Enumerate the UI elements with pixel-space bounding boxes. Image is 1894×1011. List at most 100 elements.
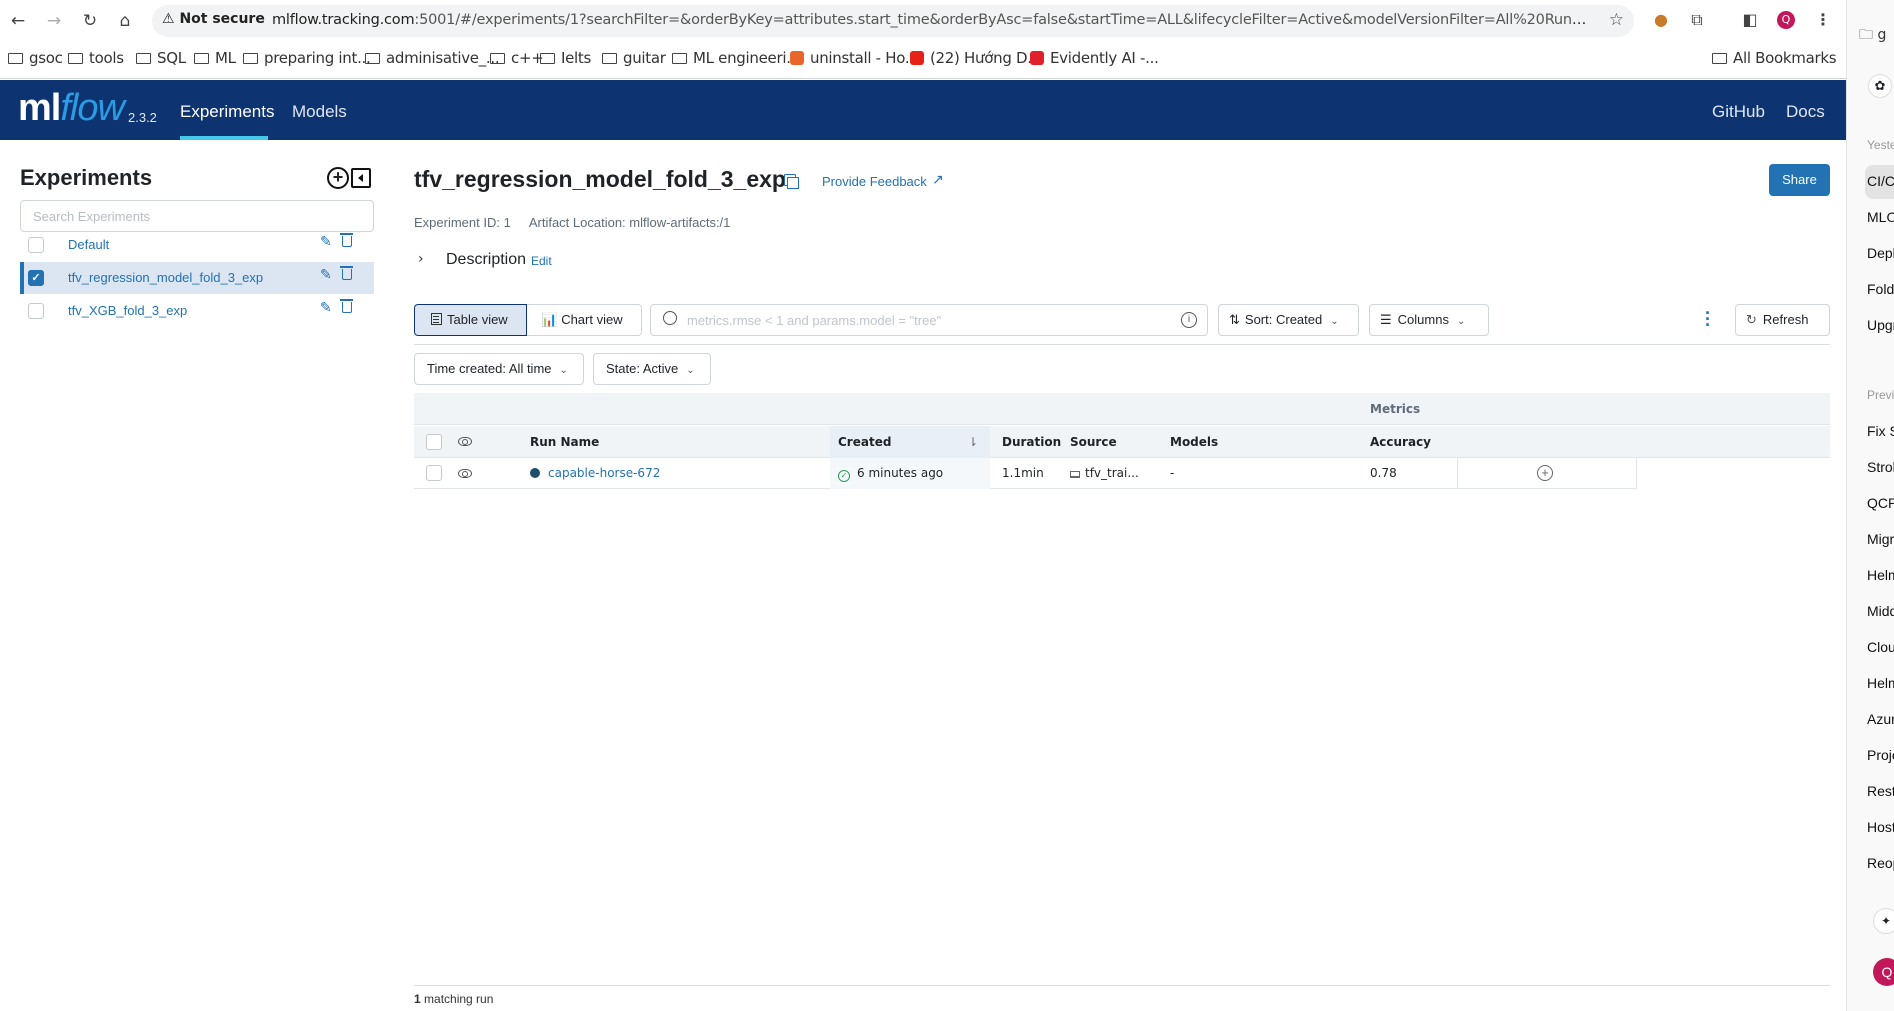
chat-history-item[interactable]: Depl <box>1867 245 1894 261</box>
reload-icon[interactable]: ↻ <box>78 9 102 33</box>
home-icon[interactable]: ⌂ <box>113 9 137 33</box>
experiment-checkbox-checked[interactable]: ✓ <box>28 270 44 286</box>
chat-history-item[interactable]: Helm <box>1867 675 1894 691</box>
experiment-name[interactable]: Default <box>68 237 109 252</box>
chevron-right-icon[interactable]: › <box>418 251 424 267</box>
extensions-icon[interactable]: ⧉ <box>1686 9 1708 31</box>
experiment-name[interactable]: tfv_XGB_fold_3_exp <box>68 303 187 318</box>
column-header-models[interactable]: Models <box>1170 426 1218 458</box>
bookmark-item[interactable]: preparing int... <box>243 49 371 67</box>
info-icon[interactable]: i <box>1181 312 1197 328</box>
refresh-button[interactable]: ↻ Refresh <box>1735 304 1830 336</box>
chat-history-item[interactable]: Fix S <box>1867 423 1894 439</box>
chat-history-item[interactable]: Host <box>1867 819 1894 835</box>
source-cell[interactable]: tfv_trai... <box>1070 458 1139 489</box>
run-name-link[interactable]: capable-horse-672 <box>548 466 660 480</box>
experiment-search-input[interactable] <box>20 200 374 232</box>
cookie-extension-icon[interactable]: ● <box>1650 9 1672 31</box>
forward-icon[interactable]: → <box>42 9 66 33</box>
bookmark-item[interactable]: Evidently AI -... <box>1030 49 1159 67</box>
bookmark-item[interactable]: ML <box>194 49 236 67</box>
chat-history-item[interactable]: CI/C <box>1867 173 1894 189</box>
profile-avatar[interactable]: Q <box>1777 11 1795 29</box>
all-bookmarks[interactable]: All Bookmarks <box>1712 49 1837 67</box>
column-header-duration[interactable]: Duration <box>1002 426 1061 458</box>
chat-history-item[interactable]: Fold <box>1867 281 1894 297</box>
chat-history-item[interactable]: Rest <box>1867 783 1894 799</box>
nav-models[interactable]: Models <box>292 102 347 122</box>
delete-trash-icon[interactable] <box>340 299 353 313</box>
row-checkbox[interactable] <box>426 465 442 481</box>
delete-trash-icon[interactable] <box>340 233 353 247</box>
description-toggle[interactable]: Description <box>446 251 526 269</box>
experiment-item-selected[interactable]: ✓ tfv_regression_model_fold_3_exp ✎ <box>20 262 374 294</box>
browser-menu-icon[interactable]: ⋮ <box>1812 9 1834 31</box>
state-filter[interactable]: State: Active ⌄ <box>593 353 711 385</box>
chat-history-item[interactable]: MLO <box>1867 209 1894 225</box>
experiment-checkbox[interactable] <box>28 237 44 253</box>
chat-history-item[interactable]: Clou <box>1867 639 1894 655</box>
sort-desc-icon[interactable]: ⇂ <box>968 426 978 458</box>
bookmark-item[interactable]: ML engineeri... <box>672 49 800 67</box>
columns-dropdown[interactable]: ☰ Columns ⌄ <box>1369 304 1489 336</box>
bookmark-item[interactable]: adminisative_... <box>365 49 500 67</box>
sort-dropdown[interactable]: ⇅ Sort: Created ⌄ <box>1218 304 1359 336</box>
select-all-checkbox[interactable] <box>426 434 442 450</box>
edit-pencil-icon[interactable]: ✎ <box>320 234 332 250</box>
eye-icon[interactable] <box>458 469 472 478</box>
chat-history-item[interactable]: Azur <box>1867 711 1894 727</box>
bookmark-star-icon[interactable]: ☆ <box>1609 10 1624 30</box>
bookmark-item[interactable]: gsoc <box>8 49 63 67</box>
bookmark-item[interactable]: tools <box>68 49 124 67</box>
experiment-item-default[interactable]: Default ✎ <box>20 229 374 261</box>
collapse-sidebar-icon[interactable] <box>351 168 371 188</box>
user-avatar[interactable]: Q <box>1873 958 1894 986</box>
chat-history-item[interactable]: Strol <box>1867 459 1894 475</box>
column-header-source[interactable]: Source <box>1070 426 1117 458</box>
bookmark-item[interactable]: (22) Hướng D... <box>910 49 1041 67</box>
chat-history-item[interactable]: Migr <box>1867 531 1894 547</box>
bookmark-item[interactable]: guitar <box>602 49 666 67</box>
edit-pencil-icon[interactable]: ✎ <box>320 267 332 283</box>
sparkle-icon[interactable]: ✦ <box>1873 908 1894 934</box>
share-button[interactable]: Share <box>1769 164 1830 196</box>
address-bar[interactable]: ⚠ Not secure mlflow.tracking.com:5001/#/… <box>152 5 1634 37</box>
more-options-icon[interactable]: · · · <box>1705 304 1711 334</box>
nav-experiments[interactable]: Experiments <box>180 102 274 122</box>
url-text[interactable]: mlflow.tracking.com:5001/#/experiments/1… <box>272 12 1592 28</box>
chat-history-item[interactable]: Midd <box>1867 603 1894 619</box>
add-column-icon[interactable]: + <box>1537 465 1553 481</box>
column-header-run-name[interactable]: Run Name <box>530 426 599 458</box>
add-experiment-icon[interactable]: + <box>327 167 349 189</box>
side-panel-bookmark[interactable]: 🗀 g <box>1859 24 1886 48</box>
chat-history-item[interactable]: Proje <box>1867 747 1894 763</box>
bookmark-item[interactable]: Ielts <box>540 49 591 67</box>
nav-github[interactable]: GitHub <box>1712 102 1765 122</box>
chatgpt-logo-icon[interactable]: ✿ <box>1868 74 1892 98</box>
chat-history-item[interactable]: Upgr <box>1867 317 1894 333</box>
table-view-button[interactable]: Table view <box>414 304 527 336</box>
experiment-item-xgb[interactable]: tfv_XGB_fold_3_exp ✎ <box>20 295 374 327</box>
experiment-checkbox[interactable] <box>28 303 44 319</box>
side-panel-icon[interactable]: ◧ <box>1739 9 1761 31</box>
back-icon[interactable]: ← <box>6 9 30 33</box>
external-link-icon[interactable]: ↗ <box>932 172 944 188</box>
column-header-created[interactable]: Created ⇂ <box>830 426 990 458</box>
eye-icon[interactable] <box>458 437 472 446</box>
time-created-filter[interactable]: Time created: All time ⌄ <box>414 353 584 385</box>
description-edit-link[interactable]: Edit <box>531 254 552 268</box>
copy-icon[interactable] <box>784 174 799 189</box>
chart-view-button[interactable]: 📊 Chart view <box>527 304 642 336</box>
column-header-accuracy[interactable]: Accuracy <box>1370 426 1431 458</box>
table-row[interactable]: capable-horse-672 ✓ 6 minutes ago 1.1min … <box>414 458 1637 489</box>
provide-feedback-link[interactable]: Provide Feedback <box>822 174 927 189</box>
bookmark-item[interactable]: uninstall - Ho... <box>790 49 919 67</box>
chat-history-item[interactable]: Reop <box>1867 855 1894 871</box>
experiment-name[interactable]: tfv_regression_model_fold_3_exp <box>68 270 263 285</box>
security-indicator[interactable]: ⚠ Not secure <box>162 11 265 27</box>
run-color-dot[interactable] <box>530 468 540 478</box>
bookmark-item[interactable]: SQL <box>136 49 186 67</box>
nav-docs[interactable]: Docs <box>1786 102 1825 122</box>
chat-history-item[interactable]: Helm <box>1867 567 1894 583</box>
bookmark-item[interactable]: c++ <box>490 49 544 67</box>
